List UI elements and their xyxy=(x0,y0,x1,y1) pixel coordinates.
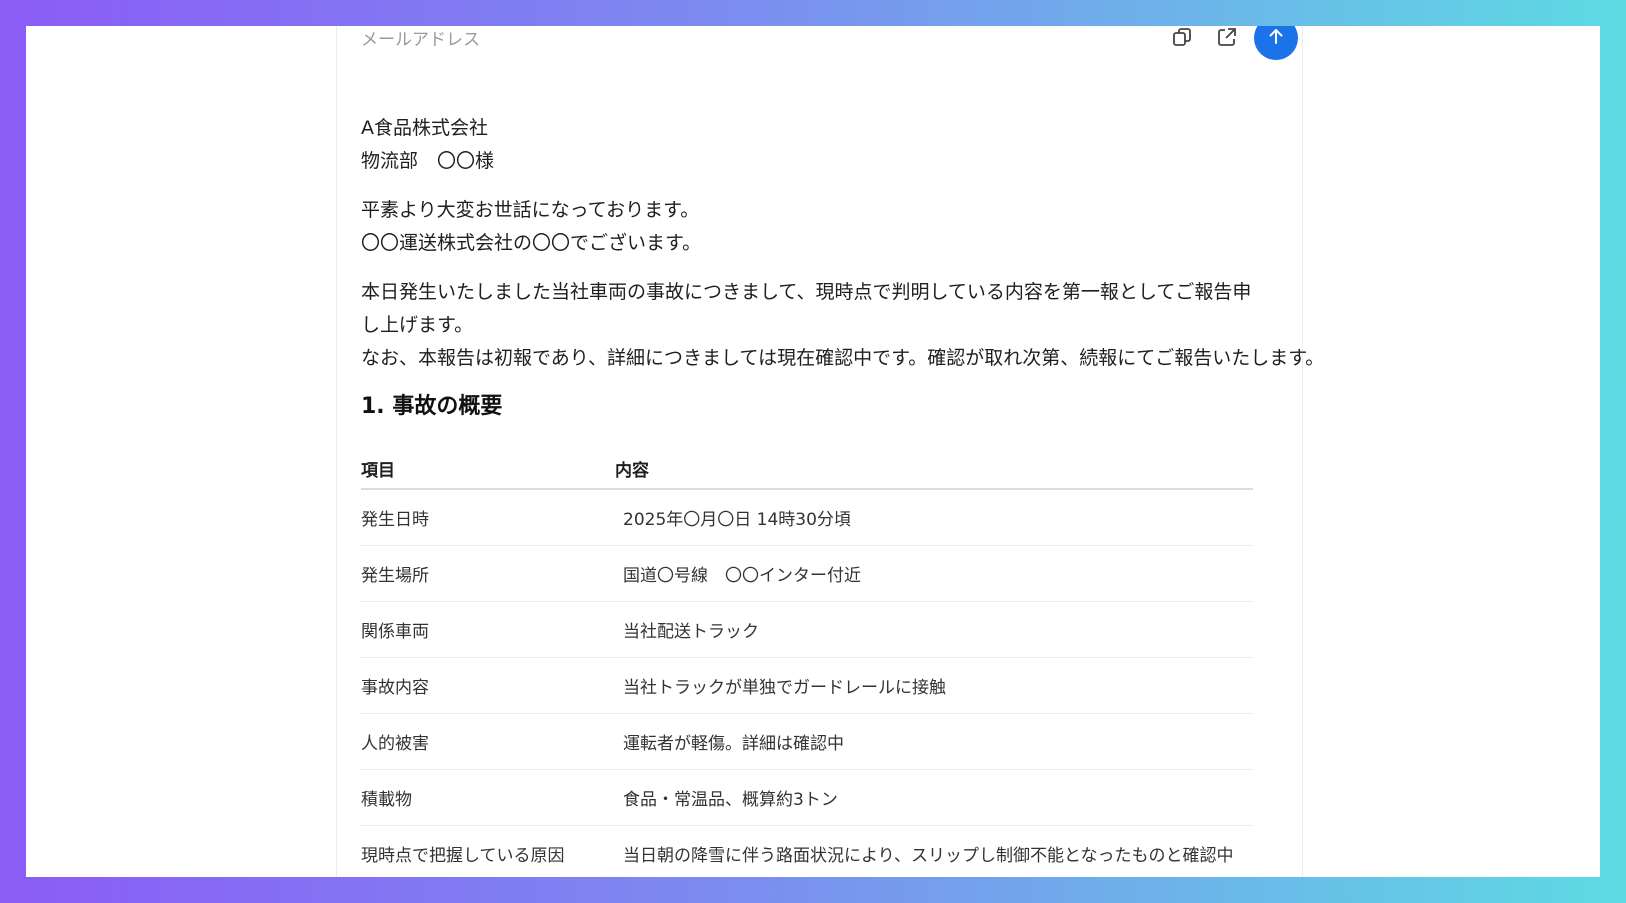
table-row: 事故内容 当社トラックが単独でガードレールに接触 xyxy=(361,658,1253,714)
table-header: 項目 内容 xyxy=(361,448,1253,490)
header-content: 内容 xyxy=(615,460,649,481)
open-in-new-button[interactable] xyxy=(1214,26,1240,50)
table-row: 関係車両 当社配送トラック xyxy=(361,602,1253,658)
row-value: 国道〇号線 〇〇インター付近 xyxy=(623,566,861,586)
email-greeting: 平素より大変お世話になっております。 〇〇運送株式会社の〇〇でございます。 xyxy=(361,194,1261,260)
row-value: 当社配送トラック xyxy=(623,622,759,642)
email-notice: 本日発生いたしました当社車両の事故につきまして、現時点で判明している内容を第一報… xyxy=(361,276,1325,375)
row-value: 当日朝の降雪に伴う路面状況により、スリップし制御不能となったものと確認中 xyxy=(623,846,1234,866)
report-intro: 本日発生いたしました当社車両の事故につきまして、現時点で判明している内容を第一報… xyxy=(361,281,1252,336)
row-label: 関係車両 xyxy=(361,622,429,642)
email-addressee: A食品株式会社 物流部 〇〇様 xyxy=(361,112,1261,178)
copy-button[interactable] xyxy=(1169,26,1195,50)
table-row: 現時点で把握している原因 当日朝の降雪に伴う路面状況により、スリップし制御不能と… xyxy=(361,826,1253,877)
email-field-label: メールアドレス xyxy=(361,30,480,50)
row-label: 積載物 xyxy=(361,790,412,810)
sender-intro: 〇〇運送株式会社の〇〇でございます。 xyxy=(361,232,702,254)
table-row: 発生場所 国道〇号線 〇〇インター付近 xyxy=(361,546,1253,602)
greeting-line: 平素より大変お世話になっております。 xyxy=(361,199,700,221)
table-row: 人的被害 運転者が軽傷。詳細は確認中 xyxy=(361,714,1253,770)
table-row: 積載物 食品・常温品、概算約3トン xyxy=(361,770,1253,826)
draft-toolbar: メールアドレス xyxy=(337,26,1302,60)
row-value: 運転者が軽傷。詳細は確認中 xyxy=(623,734,844,754)
open-in-new-icon xyxy=(1216,26,1238,48)
followup-note: なお、本報告は初報であり、詳細につきましては現在確認中です。確認が取れ次第、続報… xyxy=(361,347,1325,369)
row-label: 発生場所 xyxy=(361,566,429,586)
recipient-name: 物流部 〇〇様 xyxy=(361,150,495,172)
row-label: 現時点で把握している原因 xyxy=(361,846,565,866)
row-value: 2025年〇月〇日 14時30分頃 xyxy=(623,510,851,530)
arrow-up-icon xyxy=(1266,26,1286,50)
email-draft-panel: メールアドレス A食品株式会社 物流部 〇〇様 平素より大変お世話になっておりま… xyxy=(336,26,1325,877)
accident-summary-table: 項目 内容 発生日時 2025年〇月〇日 14時30分頃 発生場所 国道〇号線 … xyxy=(361,448,1253,877)
screenshot-frame: メールアドレス A食品株式会社 物流部 〇〇様 平素より大変お世話になっておりま… xyxy=(26,26,1600,877)
header-item: 項目 xyxy=(361,460,395,481)
table-row: 発生日時 2025年〇月〇日 14時30分頃 xyxy=(361,490,1253,546)
send-button[interactable] xyxy=(1254,26,1298,60)
section-heading: 1. 事故の概要 xyxy=(361,394,503,419)
row-label: 事故内容 xyxy=(361,678,429,698)
row-label: 人的被害 xyxy=(361,734,429,754)
row-value: 当社トラックが単独でガードレールに接触 xyxy=(623,678,946,698)
row-value: 食品・常温品、概算約3トン xyxy=(623,790,838,810)
row-label: 発生日時 xyxy=(361,510,429,530)
company-name: A食品株式会社 xyxy=(361,117,488,139)
copy-icon xyxy=(1171,26,1193,48)
